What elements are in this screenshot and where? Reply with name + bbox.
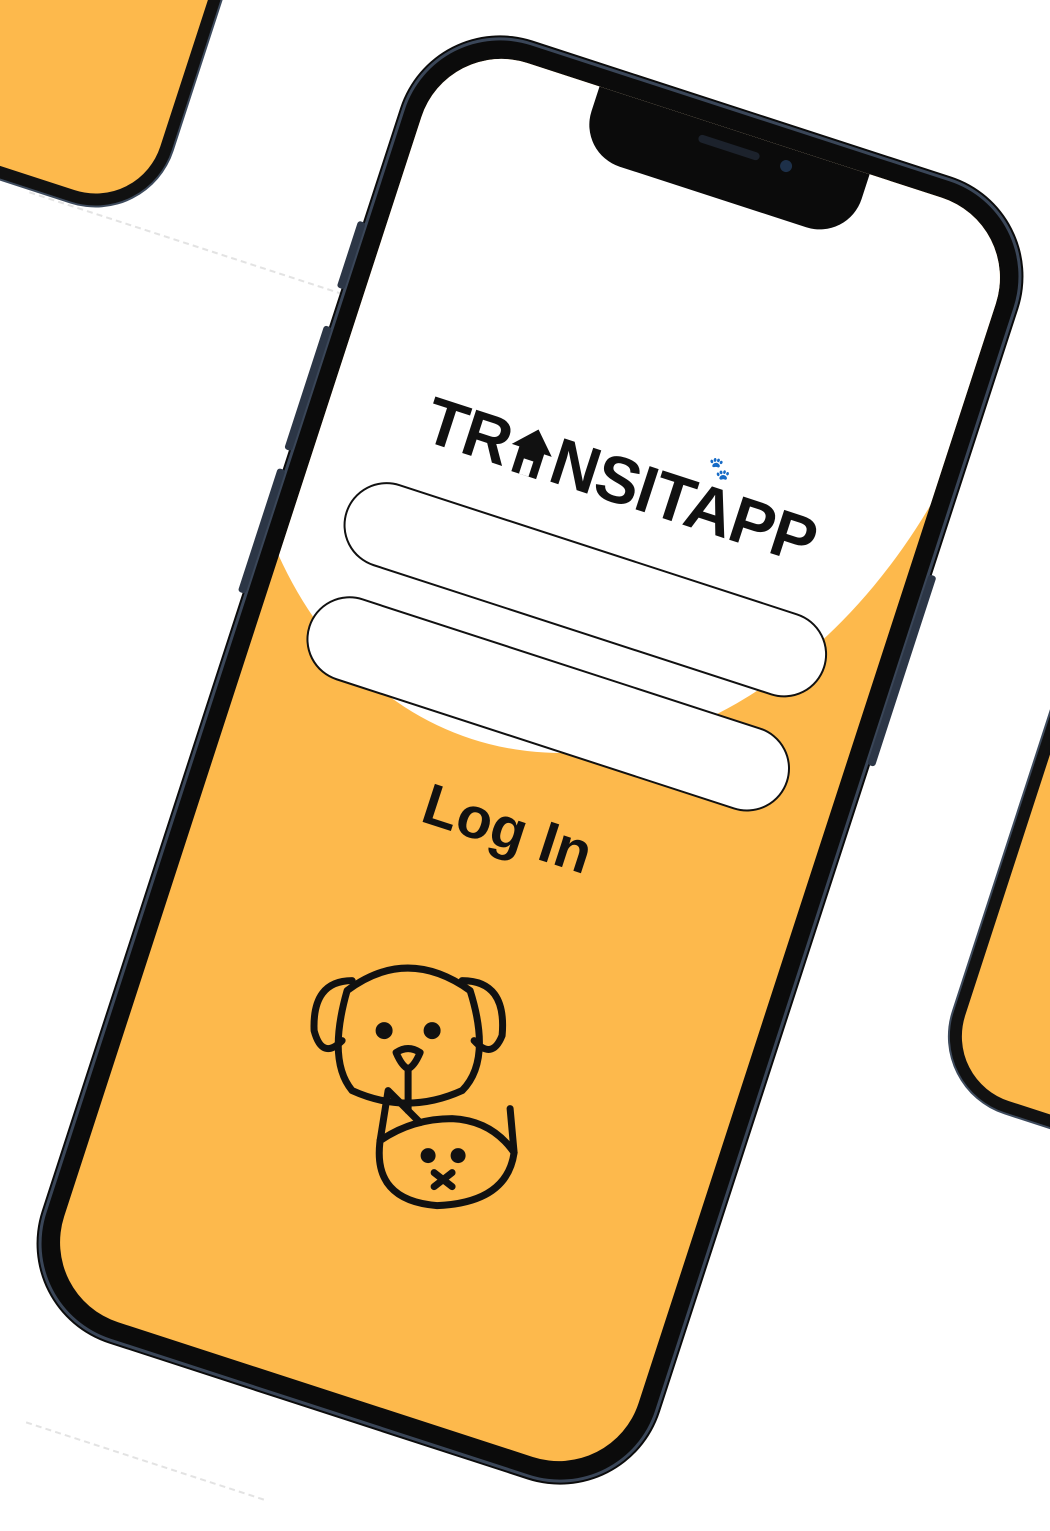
guide-line-bottom	[25, 1421, 265, 1501]
background-phone-left	[0, 0, 285, 227]
background-phone-right	[929, 608, 1050, 1176]
speaker-grille	[697, 133, 761, 162]
mute-switch	[336, 220, 366, 290]
dog-cat-icon	[310, 964, 518, 1210]
front-camera-icon	[778, 158, 794, 174]
guide-line-top	[28, 191, 392, 311]
